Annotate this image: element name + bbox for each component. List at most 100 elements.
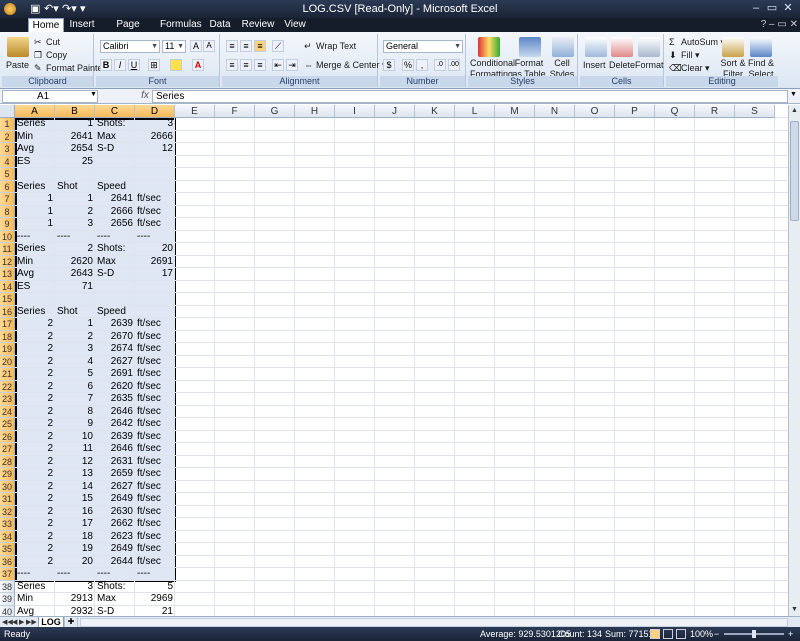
cell[interactable]: Series — [15, 243, 55, 256]
cell[interactable]: 2 — [15, 393, 55, 406]
cell[interactable]: 2659 — [95, 468, 135, 481]
column-header-s[interactable]: S — [735, 105, 775, 118]
cell[interactable]: 2649 — [95, 493, 135, 506]
shrink-font-button[interactable]: A — [203, 40, 215, 52]
cell[interactable]: 7 — [55, 393, 95, 406]
cell[interactable]: 2969 — [135, 593, 175, 606]
cell[interactable]: 2 — [55, 331, 95, 344]
cell[interactable]: ft/sec — [135, 331, 175, 344]
row-header[interactable]: 10 — [0, 230, 15, 243]
cell[interactable]: 17 — [55, 518, 95, 531]
cell[interactable]: 2639 — [95, 318, 135, 331]
formula-input[interactable]: Series — [152, 90, 788, 103]
zoom-in-button[interactable]: + — [788, 627, 793, 641]
column-header-r[interactable]: R — [695, 105, 735, 118]
number-format-select[interactable]: General ▼ — [383, 40, 463, 53]
cell[interactable]: 2 — [15, 481, 55, 494]
cell[interactable]: 12 — [135, 143, 175, 156]
cell[interactable]: 2 — [15, 456, 55, 469]
row-header[interactable]: 1 — [0, 118, 15, 131]
column-header-f[interactable]: F — [215, 105, 255, 118]
paste-icon[interactable] — [7, 37, 29, 57]
cell[interactable]: Max — [95, 256, 135, 269]
cell[interactable]: 2670 — [95, 331, 135, 344]
cell[interactable]: ft/sec — [135, 468, 175, 481]
cell[interactable]: Shot — [55, 181, 95, 194]
cell[interactable]: 2649 — [95, 543, 135, 556]
cell[interactable]: 1 — [55, 193, 95, 206]
cell[interactable]: 2643 — [55, 268, 95, 281]
column-header-j[interactable]: J — [375, 105, 415, 118]
column-header-a[interactable]: A — [15, 105, 55, 118]
cell[interactable]: 2 — [15, 406, 55, 419]
column-header-m[interactable]: M — [495, 105, 535, 118]
row-header[interactable]: 17 — [0, 318, 15, 331]
decrease-indent-icon[interactable]: ⇤ — [272, 59, 284, 71]
fill-color-icon[interactable] — [170, 59, 182, 71]
row-header[interactable]: 5 — [0, 168, 15, 181]
cell[interactable]: Min — [15, 131, 55, 144]
row-header[interactable]: 21 — [0, 368, 15, 381]
cell[interactable]: ft/sec — [135, 493, 175, 506]
row-header[interactable]: 24 — [0, 405, 15, 418]
column-header-q[interactable]: Q — [655, 105, 695, 118]
cell[interactable]: 71 — [55, 281, 95, 294]
cell[interactable]: ft/sec — [135, 506, 175, 519]
column-header-d[interactable]: D — [135, 105, 175, 118]
cell[interactable]: ---- — [95, 568, 135, 581]
cell-styles-icon[interactable] — [552, 37, 574, 57]
borders-icon[interactable]: ⊞ — [148, 59, 160, 71]
find-select-icon[interactable] — [750, 37, 772, 57]
row-header[interactable]: 39 — [0, 593, 15, 606]
align-middle-icon[interactable]: ≡ — [240, 40, 252, 52]
cell[interactable]: Series — [15, 581, 55, 594]
cell[interactable]: 2656 — [95, 218, 135, 231]
cell[interactable]: 1 — [55, 118, 95, 131]
column-header-h[interactable]: H — [295, 105, 335, 118]
cell[interactable]: 4 — [55, 356, 95, 369]
insert-button[interactable]: Insert — [583, 60, 606, 71]
merge-center-button[interactable]: ⇔Merge & Center ▾ — [304, 60, 387, 71]
cell[interactable]: ft/sec — [135, 381, 175, 394]
cell[interactable]: ft/sec — [135, 393, 175, 406]
cell[interactable]: 25 — [55, 156, 95, 169]
cell[interactable]: Avg — [15, 143, 55, 156]
cell[interactable]: 2 — [15, 356, 55, 369]
cell[interactable]: 2 — [15, 556, 55, 569]
tab-page-layout[interactable]: Page Layout — [104, 18, 152, 44]
wrap-text-button[interactable]: ↵ Wrap Text — [304, 41, 356, 52]
cell[interactable]: ft/sec — [135, 481, 175, 494]
cell[interactable]: 2639 — [95, 431, 135, 444]
cell[interactable]: ft/sec — [135, 431, 175, 444]
cell[interactable]: ---- — [55, 568, 95, 581]
cell[interactable]: ft/sec — [135, 543, 175, 556]
cell[interactable]: 2666 — [95, 206, 135, 219]
column-header-b[interactable]: B — [55, 105, 95, 118]
cell[interactable]: Speed — [95, 306, 135, 319]
cell[interactable]: 20 — [135, 243, 175, 256]
cell[interactable]: ft/sec — [135, 368, 175, 381]
cell[interactable]: ft/sec — [135, 556, 175, 569]
cell[interactable]: 10 — [55, 431, 95, 444]
cell[interactable]: 2 — [15, 418, 55, 431]
cell[interactable]: 2 — [15, 431, 55, 444]
zoom-level[interactable]: 100% — [690, 627, 713, 641]
delete-button[interactable]: Delete — [609, 60, 635, 71]
cell[interactable]: Max — [95, 131, 135, 144]
cell[interactable]: S-D — [95, 268, 135, 281]
close-button[interactable]: ✕ — [780, 1, 796, 15]
currency-button[interactable]: $ — [383, 59, 395, 71]
row-header[interactable]: 32 — [0, 505, 15, 518]
format-button[interactable]: Format — [635, 60, 664, 71]
column-header-k[interactable]: K — [415, 105, 455, 118]
cell[interactable]: ft/sec — [135, 318, 175, 331]
cell[interactable]: 2 — [15, 443, 55, 456]
insert-cells-icon[interactable] — [585, 37, 607, 57]
row-header[interactable]: 34 — [0, 530, 15, 543]
row-header[interactable]: 8 — [0, 205, 15, 218]
column-header-o[interactable]: O — [575, 105, 615, 118]
cell[interactable]: 18 — [55, 531, 95, 544]
cell[interactable]: ft/sec — [135, 443, 175, 456]
row-header[interactable]: 18 — [0, 330, 15, 343]
tab-formulas[interactable]: Formulas — [160, 18, 202, 32]
